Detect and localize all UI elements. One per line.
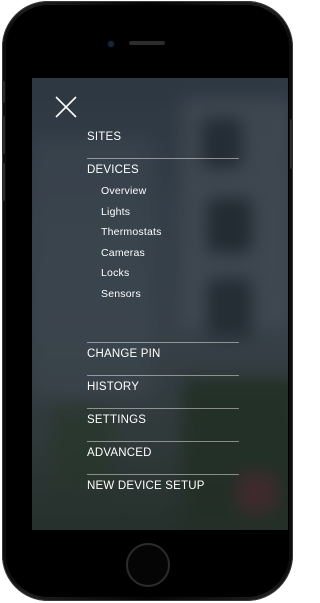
submenu-item-sensors[interactable]: Sensors xyxy=(101,287,239,308)
power-button xyxy=(290,119,293,169)
menu-item-label: SETTINGS xyxy=(87,414,147,426)
menu-item-label: SITES xyxy=(87,131,122,143)
submenu-item-thermostats[interactable]: Thermostats xyxy=(101,225,239,246)
phone-frame: SITES DEVICES Overview Lights Thermostat… xyxy=(2,1,293,601)
navigation-menu: SITES DEVICES Overview Lights Thermostat… xyxy=(87,126,239,508)
menu-item-label: DEVICES xyxy=(87,164,139,176)
menu-item-label: HISTORY xyxy=(87,381,140,393)
menu-item-label: ADVANCED xyxy=(87,447,152,459)
submenu-item-cameras[interactable]: Cameras xyxy=(101,246,239,267)
submenu-item-lights[interactable]: Lights xyxy=(101,205,239,226)
devices-submenu: Overview Lights Thermostats Cameras Lock… xyxy=(87,184,239,308)
menu-item-change-pin[interactable]: CHANGE PIN xyxy=(87,343,239,376)
earpiece-speaker xyxy=(129,41,165,45)
menu-item-history[interactable]: HISTORY xyxy=(87,376,239,409)
mute-switch xyxy=(2,81,5,103)
volume-up-button xyxy=(2,116,5,154)
front-camera xyxy=(108,41,114,47)
close-icon[interactable] xyxy=(54,95,78,119)
menu-item-label: CHANGE PIN xyxy=(87,348,161,360)
volume-down-button xyxy=(2,163,5,201)
menu-item-label: NEW DEVICE SETUP xyxy=(87,480,205,492)
menu-item-devices[interactable]: DEVICES Overview Lights Thermostats Came… xyxy=(87,159,239,343)
menu-item-advanced[interactable]: ADVANCED xyxy=(87,442,239,475)
menu-item-settings[interactable]: SETTINGS xyxy=(87,409,239,442)
submenu-item-overview[interactable]: Overview xyxy=(101,184,239,205)
menu-item-new-device-setup[interactable]: NEW DEVICE SETUP xyxy=(87,475,239,508)
app-screen: SITES DEVICES Overview Lights Thermostat… xyxy=(32,78,288,530)
submenu-item-locks[interactable]: Locks xyxy=(101,266,239,287)
home-button-icon[interactable] xyxy=(126,543,170,587)
menu-item-sites[interactable]: SITES xyxy=(87,126,239,159)
